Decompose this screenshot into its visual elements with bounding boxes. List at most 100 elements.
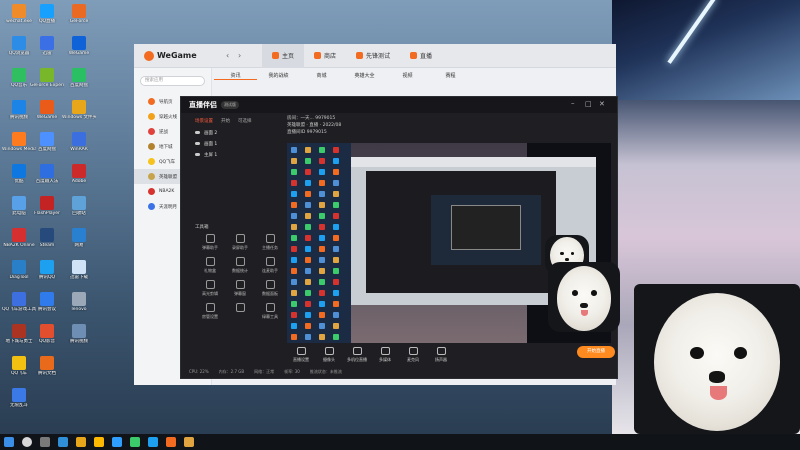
nav-item[interactable]: 商店: [304, 44, 346, 68]
game-icon: [148, 113, 155, 120]
desktop-icon-label: WinRAR: [70, 147, 88, 152]
desktop-icon[interactable]: QQ影音: [30, 324, 64, 344]
version-badge: 测试版: [221, 101, 239, 109]
nav-item[interactable]: 主页: [262, 43, 305, 68]
search-icon[interactable]: [22, 437, 32, 447]
tool-button[interactable]: 主播任务: [255, 234, 285, 251]
wegame-search-input[interactable]: 搜索应用: [140, 76, 205, 86]
preview-mini-icon: [319, 169, 325, 175]
desktop-icon[interactable]: 腾讯QQ: [30, 260, 64, 280]
desktop-icon[interactable]: WeGame: [30, 100, 64, 120]
content-tab[interactable]: 英雄大全: [343, 72, 386, 80]
game-label: NBA2K: [159, 189, 175, 194]
scene-item[interactable]: 画面 2: [189, 127, 285, 138]
wegame-taskbar-icon[interactable]: [166, 437, 176, 447]
tool-icon: [265, 257, 275, 266]
content-tab[interactable]: 商城: [300, 72, 343, 80]
toolbar-button[interactable]: 直播设置: [287, 347, 315, 363]
scene-tab[interactable]: 场景设置: [195, 118, 213, 124]
tool-button[interactable]: 连麦助手: [255, 257, 285, 274]
toolbar-label: 麦克风: [407, 357, 419, 362]
desktop-icon[interactable]: 无限乱斗: [2, 388, 36, 408]
toolbar-button[interactable]: 多媒体: [371, 347, 399, 363]
desktop-icon[interactable]: 迅雷: [30, 36, 64, 56]
back-arrow-icon[interactable]: ‹: [226, 51, 229, 60]
maximize-icon[interactable]: □: [585, 100, 592, 108]
desktop-icon[interactable]: WinRAR: [62, 132, 96, 152]
desktop-icon[interactable]: 百度网盘: [62, 68, 96, 88]
scene-tab[interactable]: 开始: [221, 118, 230, 124]
desktop-icon[interactable]: 百度网盘: [30, 132, 64, 152]
tool-button[interactable]: 弹幕窗: [225, 280, 255, 297]
content-tab[interactable]: 我的战绩: [257, 72, 300, 80]
minimize-icon[interactable]: –: [571, 99, 575, 107]
qq-browser-icon[interactable]: [112, 437, 122, 447]
eye-icon[interactable]: [195, 142, 200, 145]
desktop-icon[interactable]: WeGame: [62, 36, 96, 56]
start-icon[interactable]: [4, 437, 14, 447]
live-assistant-taskbar-icon[interactable]: [184, 437, 194, 447]
chrome-icon[interactable]: [130, 437, 140, 447]
tool-button[interactable]: 弹幕助手: [195, 234, 225, 251]
preview-mini-icon: [291, 202, 297, 208]
nav-icon: [272, 52, 279, 59]
desktop-icon[interactable]: GeForce: [62, 4, 96, 24]
scene-item[interactable]: 画面 1: [189, 138, 285, 149]
scene-tab[interactable]: 可选择: [238, 118, 252, 124]
toolbar-label: 直播设置: [293, 357, 309, 362]
desktop-icon[interactable]: GeForce Experience: [30, 68, 64, 88]
preview-desktop-icons: [287, 143, 351, 343]
tool-button[interactable]: 房管设置: [195, 303, 225, 320]
desktop-icon[interactable]: 网易: [62, 228, 96, 248]
edge-icon[interactable]: [58, 437, 68, 447]
tool-button[interactable]: 绿幕工具: [255, 303, 285, 320]
app-icon: [12, 196, 26, 210]
game-icon: [148, 98, 155, 105]
eye-icon[interactable]: [195, 131, 200, 134]
desktop-icon[interactable]: 腾讯视频: [62, 324, 96, 344]
game-icon: [148, 188, 155, 195]
desktop-icon[interactable]: 迅雷下载: [62, 260, 96, 280]
content-tab[interactable]: 视频: [386, 72, 429, 80]
desktop-icon[interactable]: Adobe: [62, 164, 96, 184]
desktop-icon[interactable]: 腾讯会议: [30, 292, 64, 312]
tool-label: 数据统计: [232, 268, 248, 273]
tool-button[interactable]: 高光剪辑: [195, 280, 225, 297]
eye-icon[interactable]: [195, 153, 200, 156]
desktop-icon[interactable]: lenovo: [62, 292, 96, 312]
desktop-icon[interactable]: Steam: [30, 228, 64, 248]
app-icon: [40, 196, 54, 210]
scene-item[interactable]: 主屏 1: [189, 149, 285, 160]
desktop-icon[interactable]: 百度输入法: [30, 164, 64, 184]
desktop-icon[interactable]: 腾讯文档: [30, 356, 64, 376]
desktop-icon[interactable]: Windows 文件夹: [62, 100, 96, 120]
tool-button[interactable]: [225, 303, 255, 320]
qq-icon[interactable]: [148, 437, 158, 447]
toolbar-button[interactable]: 扬声器: [427, 347, 455, 363]
nav-item[interactable]: 直播: [400, 44, 442, 68]
desktop-icon[interactable]: 回收站: [62, 196, 96, 216]
content-tab[interactable]: 资讯: [214, 72, 257, 80]
game-icon: [148, 143, 155, 150]
tool-button[interactable]: 录屏助手: [225, 234, 255, 251]
desktop-icon-label: 迅雷: [42, 51, 52, 56]
content-tab[interactable]: 赛程: [429, 72, 472, 80]
explorer-icon[interactable]: [94, 437, 104, 447]
start-live-button[interactable]: 开始直播: [577, 346, 615, 358]
toolbar-button[interactable]: 多机位直播: [343, 347, 371, 363]
close-icon[interactable]: ✕: [599, 100, 605, 108]
tool-button[interactable]: 数据面板: [255, 280, 285, 297]
forward-arrow-icon[interactable]: ›: [238, 51, 241, 60]
toolbar-button[interactable]: 麦克风: [399, 347, 427, 363]
toolbar-button[interactable]: 摄像头: [315, 347, 343, 363]
tool-button[interactable]: 礼物盒: [195, 257, 225, 274]
preview-mini-icon: [305, 290, 311, 296]
tool-button[interactable]: 数据统计: [225, 257, 255, 274]
nav-item[interactable]: 先锋测试: [346, 44, 400, 68]
tool-label: 弹幕窗: [234, 291, 246, 296]
tool-label: 数据面板: [262, 291, 278, 296]
desktop-icon[interactable]: FlashPlayer: [30, 196, 64, 216]
desktop-icon[interactable]: QQ直播: [30, 4, 64, 24]
folder-icon[interactable]: [76, 437, 86, 447]
task-view-icon[interactable]: [40, 437, 50, 447]
